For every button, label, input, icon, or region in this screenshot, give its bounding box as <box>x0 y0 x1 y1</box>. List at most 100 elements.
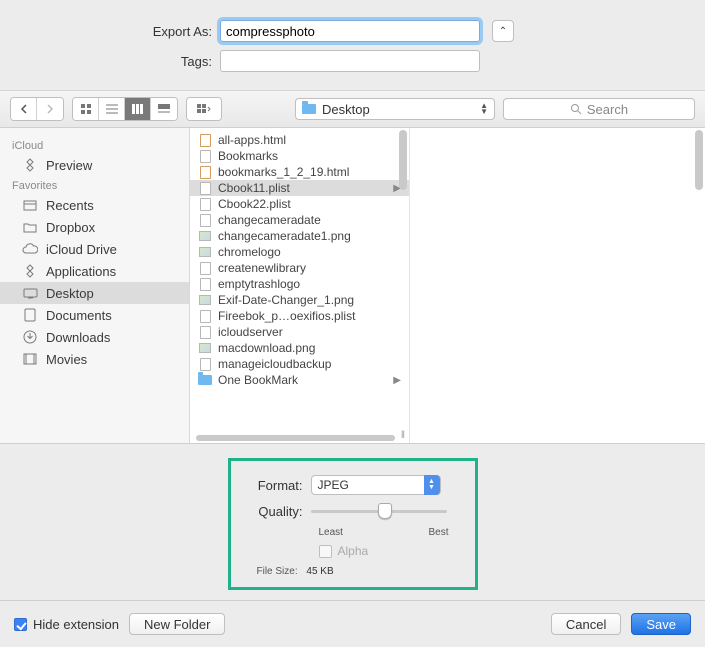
group-button[interactable] <box>187 98 221 120</box>
file-item[interactable]: Cbook22.plist <box>190 196 409 212</box>
hide-extension-toggle[interactable]: Hide extension <box>14 617 119 632</box>
cancel-button[interactable]: Cancel <box>551 613 621 635</box>
folder-icon <box>22 219 38 235</box>
file-item[interactable]: Fireebok_p…oexifios.plist <box>190 308 409 324</box>
sidebar-item-applications[interactable]: Applications <box>0 260 189 282</box>
app-icon <box>22 157 38 173</box>
file-item[interactable]: Cbook11.plist▶ <box>190 180 409 196</box>
cloud-icon <box>22 241 38 257</box>
tags-input[interactable] <box>220 50 480 72</box>
column-view-button[interactable] <box>125 98 151 120</box>
format-value: JPEG <box>318 478 349 492</box>
file-item[interactable]: all-apps.html <box>190 132 409 148</box>
back-button[interactable] <box>11 98 37 120</box>
img-icon <box>198 341 212 355</box>
sidebar-item-label: Recents <box>46 198 94 213</box>
file-item[interactable]: changecameradate <box>190 212 409 228</box>
chevron-up-icon: ⌃ <box>499 26 507 37</box>
format-label: Format: <box>253 478 311 493</box>
file-name: changecameradate1.png <box>218 229 351 243</box>
file-name: macdownload.png <box>218 341 315 355</box>
group-menu[interactable] <box>186 97 222 121</box>
sidebar-item-recents[interactable]: Recents <box>0 194 189 216</box>
doc-icon <box>198 181 212 195</box>
file-item[interactable]: createnewlibrary <box>190 260 409 276</box>
sidebar-item-preview[interactable]: Preview <box>0 154 189 176</box>
export-as-label: Export As: <box>60 24 220 39</box>
folder-icon <box>198 373 212 387</box>
search-field[interactable]: Search <box>503 98 695 120</box>
file-item[interactable]: bookmarks_1_2_19.html <box>190 164 409 180</box>
file-item[interactable]: icloudserver <box>190 324 409 340</box>
img-icon <box>198 229 212 243</box>
doc-icon <box>198 325 212 339</box>
scrollbar-vertical[interactable] <box>399 130 407 190</box>
sidebar-section-header: Favorites <box>0 176 189 194</box>
img-icon <box>198 293 212 307</box>
file-name: Exif-Date-Changer_1.png <box>218 293 354 307</box>
file-item[interactable]: emptytrashlogo <box>190 276 409 292</box>
file-item[interactable]: chromelogo <box>190 244 409 260</box>
popup-arrows-icon: ▲▼ <box>480 103 488 115</box>
file-name: One BookMark <box>218 373 298 387</box>
doc-icon <box>198 197 212 211</box>
popup-arrows-icon: ▲▼ <box>424 475 440 495</box>
file-name: manageicloudbackup <box>218 357 331 371</box>
file-item[interactable]: changecameradate1.png <box>190 228 409 244</box>
slider-thumb[interactable] <box>378 503 392 519</box>
file-item[interactable]: One BookMark ▶ <box>190 372 409 388</box>
file-item[interactable]: Exif-Date-Changer_1.png <box>190 292 409 308</box>
sidebar-item-desktop[interactable]: Desktop <box>0 282 189 304</box>
scrollbar-vertical[interactable] <box>695 130 703 190</box>
file-item[interactable]: Bookmarks <box>190 148 409 164</box>
file-item[interactable]: manageicloudbackup <box>190 356 409 372</box>
export-as-input[interactable] <box>220 20 480 42</box>
save-button[interactable]: Save <box>631 613 691 635</box>
hide-extension-label: Hide extension <box>33 617 119 632</box>
doc-icon <box>198 149 212 163</box>
sidebar-item-label: Dropbox <box>46 220 95 235</box>
chevron-right-icon: ▶ <box>393 375 401 386</box>
doc-icon <box>198 277 212 291</box>
app-icon <box>22 263 38 279</box>
file-name: Fireebok_p…oexifios.plist <box>218 309 355 323</box>
expand-toggle-button[interactable]: ⌃ <box>492 20 514 42</box>
scrollbar-horizontal[interactable] <box>196 435 395 441</box>
tags-label: Tags: <box>60 54 220 69</box>
toolbar: Desktop ▲▼ Search <box>0 90 705 128</box>
sidebar-item-label: Applications <box>46 264 116 279</box>
format-popup[interactable]: JPEG ▲▼ <box>311 475 441 495</box>
nav-buttons <box>10 97 64 121</box>
coverflow-view-button[interactable] <box>151 98 177 120</box>
new-folder-button[interactable]: New Folder <box>129 613 225 635</box>
recents-icon <box>22 197 38 213</box>
sidebar-item-documents[interactable]: Documents <box>0 304 189 326</box>
file-name: Cbook22.plist <box>218 197 291 211</box>
alpha-checkbox[interactable] <box>319 545 332 558</box>
file-name: chromelogo <box>218 245 281 259</box>
sidebar-section-header: iCloud <box>0 136 189 154</box>
html-icon <box>198 133 212 147</box>
file-name: bookmarks_1_2_19.html <box>218 165 349 179</box>
sidebar-item-movies[interactable]: Movies <box>0 348 189 370</box>
sidebar-item-label: Desktop <box>46 286 94 301</box>
sidebar-item-dropbox[interactable]: Dropbox <box>0 216 189 238</box>
sidebar-item-downloads[interactable]: Downloads <box>0 326 189 348</box>
doc-icon <box>198 261 212 275</box>
location-popup[interactable]: Desktop ▲▼ <box>295 98 495 120</box>
forward-button[interactable] <box>37 98 63 120</box>
sidebar-item-label: Movies <box>46 352 87 367</box>
column-resize-handle[interactable]: ‖ <box>397 430 409 441</box>
icon-view-button[interactable] <box>73 98 99 120</box>
sidebar-item-label: Downloads <box>46 330 110 345</box>
sidebar-item-icloud-drive[interactable]: iCloud Drive <box>0 238 189 260</box>
sidebar-item-label: iCloud Drive <box>46 242 117 257</box>
doc-icon <box>198 213 212 227</box>
list-view-button[interactable] <box>99 98 125 120</box>
movie-icon <box>22 351 38 367</box>
format-panel: Format: JPEG ▲▼ Quality: Least Best Alph… <box>228 458 478 590</box>
quality-slider[interactable] <box>311 503 447 519</box>
alpha-label: Alpha <box>338 544 369 558</box>
file-item[interactable]: macdownload.png <box>190 340 409 356</box>
hide-extension-checkbox[interactable] <box>14 618 27 631</box>
